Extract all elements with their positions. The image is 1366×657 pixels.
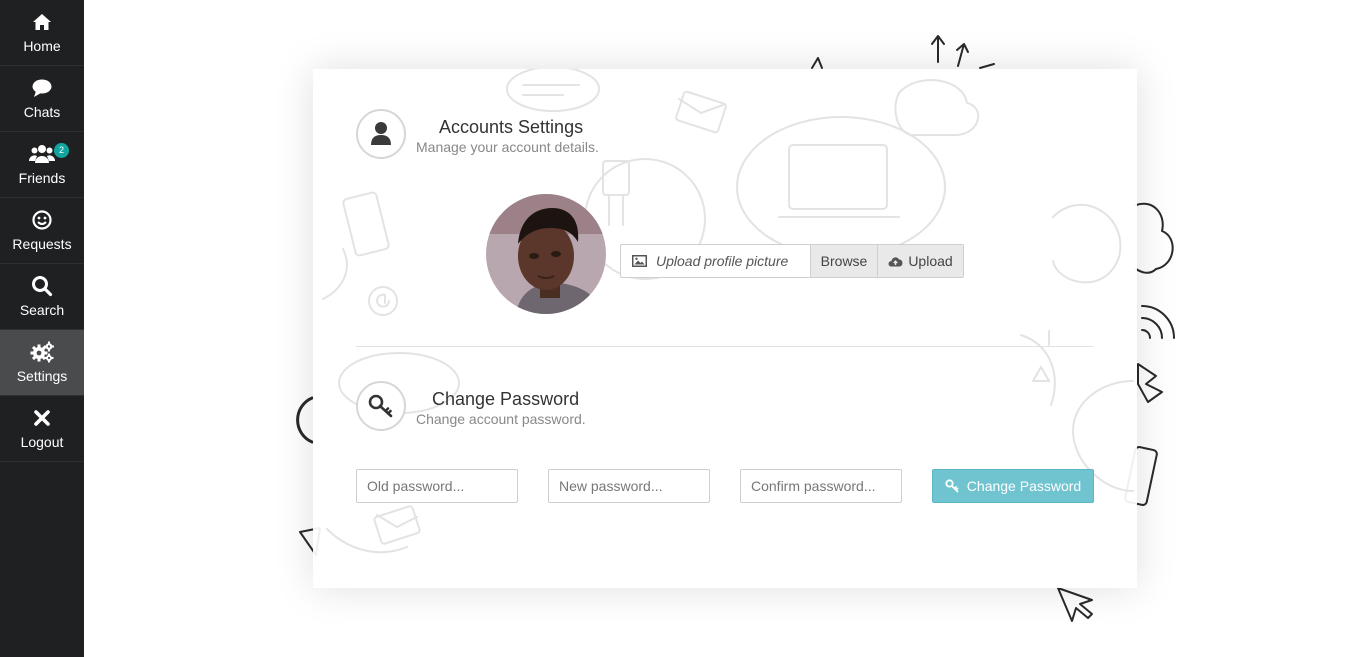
sidebar-item-label: Friends bbox=[18, 170, 66, 186]
profile-upload-group: Upload profile picture Browse Upload bbox=[620, 244, 964, 278]
new-password-input[interactable] bbox=[548, 469, 710, 503]
user-icon bbox=[371, 122, 391, 145]
sidebar-item-home[interactable]: Home bbox=[0, 0, 84, 66]
profile-avatar[interactable] bbox=[486, 194, 606, 314]
sidebar-item-label: Logout bbox=[20, 434, 64, 450]
sidebar-item-requests[interactable]: Requests bbox=[0, 198, 84, 264]
smile-icon bbox=[32, 210, 52, 230]
notification-badge: 2 bbox=[54, 143, 69, 158]
upload-profile-field[interactable]: Upload profile picture bbox=[621, 245, 810, 277]
old-password-input[interactable] bbox=[356, 469, 518, 503]
password-section-icon bbox=[356, 381, 406, 431]
home-icon bbox=[33, 14, 51, 30]
sidebar-item-logout[interactable]: Logout bbox=[0, 396, 84, 462]
sidebar-item-friends[interactable]: Friends 2 bbox=[0, 132, 84, 198]
gears-icon bbox=[30, 341, 54, 363]
settings-card: Accounts Settings Manage your account de… bbox=[313, 69, 1137, 588]
browse-label: Browse bbox=[820, 253, 868, 269]
sidebar: Home Chats Friends 2 Requests Search Set… bbox=[0, 0, 84, 657]
confirm-password-input[interactable] bbox=[740, 469, 902, 503]
key-icon bbox=[368, 394, 393, 418]
search-icon bbox=[32, 276, 53, 297]
sidebar-item-label: Chats bbox=[23, 104, 61, 120]
sidebar-item-label: Requests bbox=[12, 236, 72, 252]
account-settings-title: Accounts Settings bbox=[439, 117, 584, 137]
users-icon bbox=[29, 145, 55, 163]
upload-placeholder: Upload profile picture bbox=[656, 253, 789, 269]
key-icon bbox=[945, 479, 959, 493]
section-divider bbox=[356, 346, 1093, 347]
sidebar-item-label: Settings bbox=[16, 368, 68, 384]
chat-bubble-icon bbox=[32, 79, 52, 97]
sidebar-item-label: Search bbox=[19, 302, 65, 318]
change-password-label: Change Password bbox=[966, 478, 1082, 494]
sidebar-item-search[interactable]: Search bbox=[0, 264, 84, 330]
image-icon bbox=[632, 255, 647, 267]
upload-button[interactable]: Upload bbox=[877, 245, 963, 277]
sidebar-item-label: Home bbox=[23, 38, 61, 54]
profile-photo bbox=[486, 194, 606, 314]
sidebar-item-settings[interactable]: Settings bbox=[0, 330, 84, 396]
change-password-title: Change Password bbox=[432, 389, 580, 409]
browse-button[interactable]: Browse bbox=[810, 245, 877, 277]
sidebar-item-chats[interactable]: Chats bbox=[0, 66, 84, 132]
account-section-icon bbox=[356, 109, 406, 159]
change-password-button[interactable]: Change Password bbox=[932, 469, 1094, 503]
change-password-subtitle: Change account password. bbox=[416, 411, 586, 427]
upload-label: Upload bbox=[908, 253, 953, 269]
cloud-upload-icon bbox=[888, 256, 903, 266]
close-icon bbox=[34, 410, 50, 426]
account-settings-subtitle: Manage your account details. bbox=[416, 139, 599, 155]
